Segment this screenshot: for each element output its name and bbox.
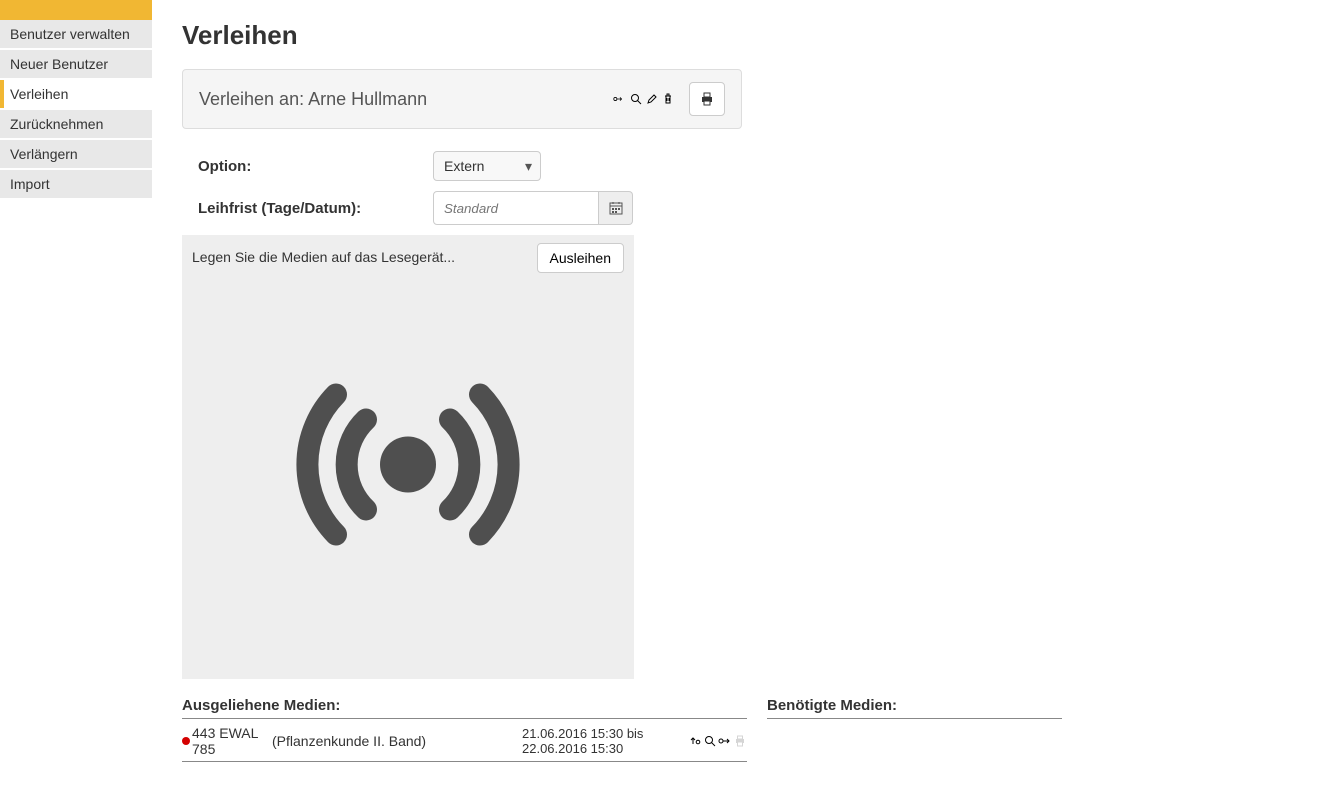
lend-to-label: Verleihen an: Arne Hullmann	[199, 89, 605, 110]
media-period: 21.06.2016 15:30 bis 22.06.2016 15:30	[522, 726, 687, 756]
lent-section: Ausgeliehene Medien: 443 EWAL 785 (Pflan…	[182, 697, 747, 762]
print-button[interactable]	[689, 82, 725, 116]
return-icon[interactable]	[688, 734, 702, 748]
sidebar-item-users[interactable]: Benutzer verwalten	[0, 20, 152, 48]
panel-toolbar	[613, 92, 675, 106]
sidebar-item-import[interactable]: Import	[0, 170, 152, 198]
reader-prompt: Legen Sie die Medien auf das Lesegerät..…	[192, 243, 529, 265]
media-code: 443 EWAL 785	[192, 725, 272, 757]
form-area: Option: Extern Leihfrist (Tage/Datum):	[198, 151, 758, 225]
needed-heading: Benötigte Medien:	[767, 697, 1062, 714]
calendar-button[interactable]	[599, 191, 633, 225]
key-arrow-icon[interactable]	[718, 734, 732, 748]
sidebar-item-lend[interactable]: Verleihen	[0, 80, 152, 108]
lent-heading: Ausgeliehene Medien:	[182, 697, 747, 714]
option-label: Option:	[198, 158, 433, 175]
sidebar-item-extend[interactable]: Verlängern	[0, 140, 152, 168]
key-arrow-icon[interactable]	[613, 92, 627, 106]
print-icon[interactable]	[733, 734, 747, 748]
lend-panel: Verleihen an: Arne Hullmann	[182, 69, 742, 129]
rfid-icon	[278, 359, 538, 572]
needed-section: Benötigte Medien:	[767, 697, 1062, 762]
sidebar-accent	[0, 0, 152, 20]
sidebar: Benutzer verwalten Neuer Benutzer Verlei…	[0, 0, 152, 792]
trash-icon[interactable]	[661, 92, 675, 106]
search-icon[interactable]	[629, 92, 643, 106]
lent-row: 443 EWAL 785 (Pflanzenkunde II. Band) 21…	[182, 723, 747, 762]
sidebar-item-new-user[interactable]: Neuer Benutzer	[0, 50, 152, 78]
option-select[interactable]: Extern	[433, 151, 541, 181]
edit-icon[interactable]	[645, 92, 659, 106]
row-actions	[687, 734, 747, 748]
sidebar-item-return[interactable]: Zurücknehmen	[0, 110, 152, 138]
lend-button[interactable]: Ausleihen	[537, 243, 625, 273]
period-label: Leihfrist (Tage/Datum):	[198, 200, 433, 217]
status-dot	[182, 737, 190, 745]
page-title: Verleihen	[182, 20, 1222, 51]
media-title: (Pflanzenkunde II. Band)	[272, 733, 522, 749]
reader-area: Legen Sie die Medien auf das Lesegerät..…	[182, 235, 634, 679]
period-input[interactable]	[433, 191, 599, 225]
search-icon[interactable]	[703, 734, 717, 748]
main-content: Verleihen Verleihen an: Arne Hullmann	[152, 0, 1252, 792]
